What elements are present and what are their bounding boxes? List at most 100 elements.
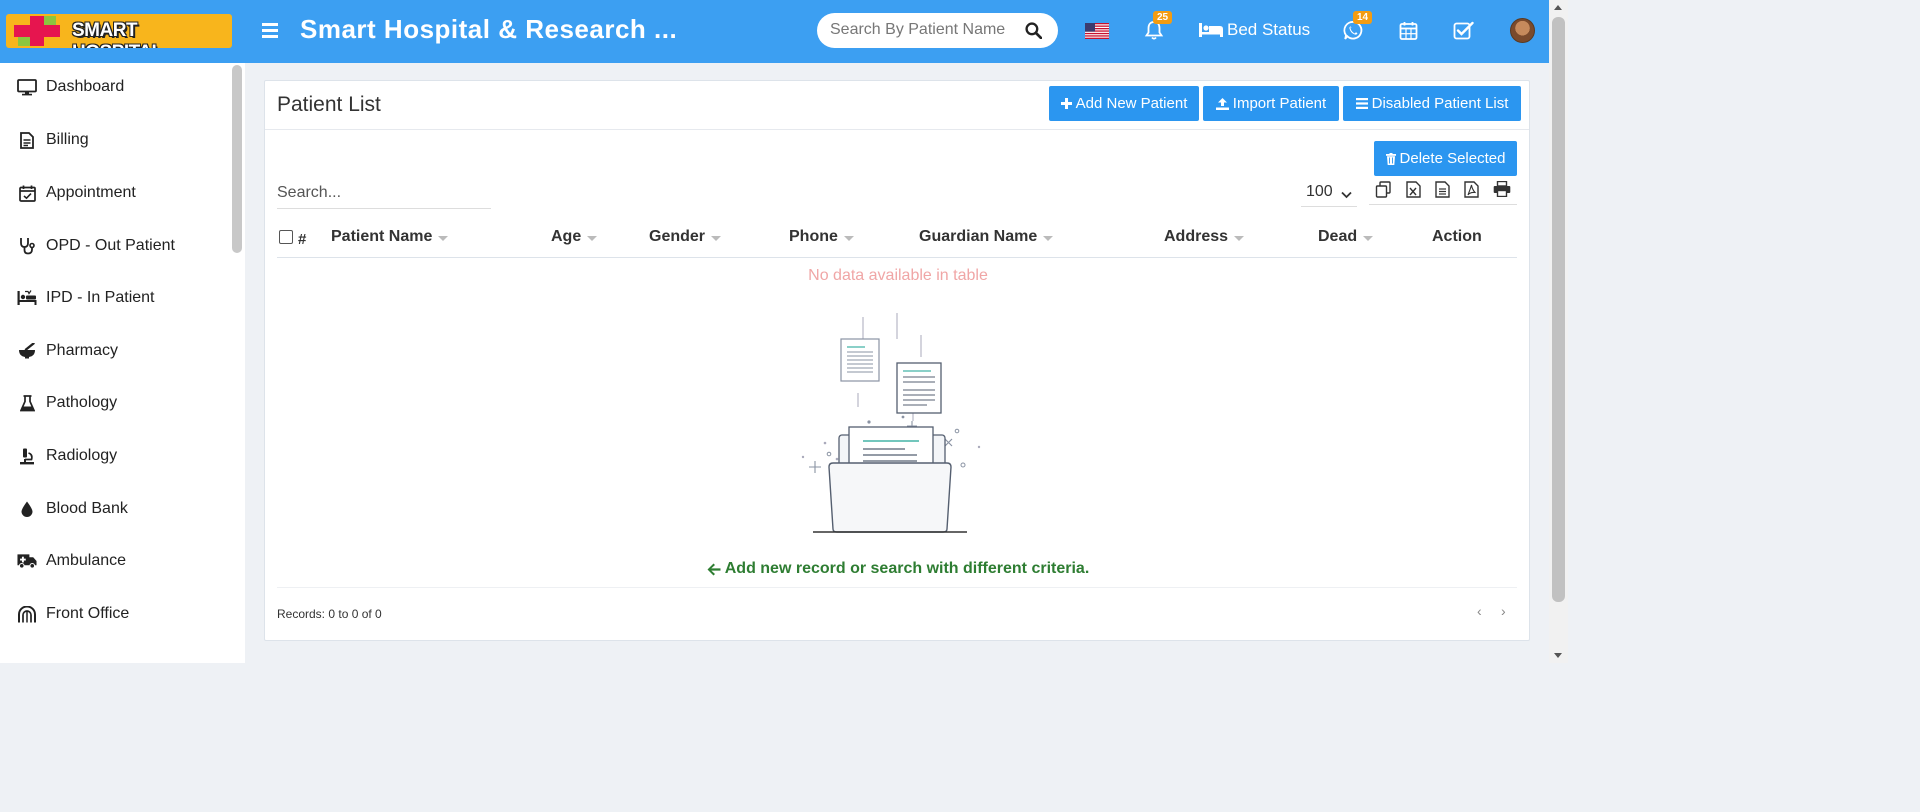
task-checklist-icon[interactable] xyxy=(1453,21,1474,45)
table-search-input[interactable] xyxy=(277,184,491,209)
sidebar-item-ipd[interactable]: IPD - In Patient xyxy=(0,278,230,318)
disabled-patient-list-label: Disabled Patient List xyxy=(1371,95,1509,112)
pagination-previous[interactable]: ‹ xyxy=(1477,603,1482,619)
upload-icon xyxy=(1215,97,1229,110)
bed-status-label: Bed Status xyxy=(1227,20,1311,39)
mortar-pestle-icon xyxy=(17,341,37,361)
sidebar-item-radiology[interactable]: Radiology xyxy=(0,436,230,476)
bed-status-button[interactable]: Bed Status xyxy=(1199,20,1310,40)
csv-icon[interactable] xyxy=(1435,181,1450,203)
microscope-icon xyxy=(17,446,37,466)
delete-selected-button[interactable]: Delete Selected xyxy=(1374,141,1517,176)
sort-caret-icon xyxy=(438,235,449,241)
column-header-dead[interactable]: Dead xyxy=(1318,228,1374,246)
footer-divider xyxy=(277,587,1517,588)
sidebar-scrollbar-thumb[interactable] xyxy=(232,65,242,253)
file-invoice-icon xyxy=(17,130,37,150)
sort-caret-icon xyxy=(587,235,598,241)
sidebar-item-partial[interactable] xyxy=(0,646,230,663)
sidebar-item-label: Pharmacy xyxy=(46,342,119,359)
sidebar-item-label: Appointment xyxy=(46,184,136,201)
hospital-logo[interactable]: SMART HOSPITAL xyxy=(6,14,232,48)
sidebar-item-appointment[interactable]: Appointment xyxy=(0,173,230,213)
stethoscope-icon xyxy=(17,236,37,256)
logo-text: SMART HOSPITAL xyxy=(72,20,163,48)
sidebar-item-front-office[interactable]: Front Office xyxy=(0,594,230,634)
page-size-select[interactable]: 100 xyxy=(1301,183,1357,207)
import-patient-button[interactable]: Import Patient xyxy=(1203,86,1339,121)
sidebar-item-blood-bank[interactable]: Blood Bank xyxy=(0,489,230,529)
empty-folder-illustration xyxy=(799,309,989,539)
sidebar-item-pathology[interactable]: Pathology xyxy=(0,383,230,423)
empty-table-message: No data available in table xyxy=(808,267,988,284)
column-header-age[interactable]: Age xyxy=(551,228,598,246)
sidebar: Dashboard Billing Appointment OPD - Out … xyxy=(0,63,245,663)
sidebar-item-label: IPD - In Patient xyxy=(46,289,155,306)
search-icon[interactable] xyxy=(1025,22,1043,44)
ambulance-icon xyxy=(17,551,37,571)
sort-caret-icon xyxy=(1043,235,1054,241)
add-new-patient-button[interactable]: Add New Patient xyxy=(1049,86,1199,121)
calendar-icon[interactable] xyxy=(1399,21,1418,45)
sort-caret-icon xyxy=(1234,235,1245,241)
export-toolbar xyxy=(1369,179,1517,205)
trash-icon xyxy=(1385,152,1396,165)
patient-search-input[interactable] xyxy=(830,21,1010,39)
page-size-value: 100 xyxy=(1306,183,1333,200)
disabled-patient-list-button[interactable]: Disabled Patient List xyxy=(1343,86,1521,121)
notifications-badge: 25 xyxy=(1153,11,1173,24)
column-label: Phone xyxy=(789,228,838,245)
patient-list-panel: Patient List Add New Patient Import Pati… xyxy=(264,80,1530,641)
monitor-icon xyxy=(17,77,37,97)
sidebar-item-label: Dashboard xyxy=(46,78,125,95)
column-header-address[interactable]: Address xyxy=(1164,228,1245,246)
sidebar-item-label: Radiology xyxy=(46,447,118,464)
import-patient-label: Import Patient xyxy=(1232,95,1327,112)
delete-selected-label: Delete Selected xyxy=(1399,150,1506,167)
table-header-row: # Patient Name Age Gender Phone Guardian… xyxy=(277,223,1517,258)
sort-caret-icon xyxy=(843,235,854,241)
copy-icon[interactable] xyxy=(1375,181,1392,203)
user-avatar[interactable] xyxy=(1510,18,1535,43)
column-label: Patient Name xyxy=(331,228,433,245)
bed-icon xyxy=(1199,23,1223,37)
plus-icon xyxy=(1060,98,1072,109)
sidebar-item-label: Billing xyxy=(46,131,89,148)
column-header-gender[interactable]: Gender xyxy=(649,228,722,246)
empty-state-hint: Add new record or search with different … xyxy=(265,560,1531,578)
add-new-patient-label: Add New Patient xyxy=(1075,95,1188,112)
print-icon[interactable] xyxy=(1493,180,1511,202)
row-number-header: # xyxy=(298,231,307,248)
sidebar-item-dashboard[interactable]: Dashboard xyxy=(0,67,230,107)
column-label: Action xyxy=(1432,228,1482,245)
flask-icon xyxy=(17,393,37,413)
list-bars-icon xyxy=(1355,98,1368,109)
pdf-icon[interactable] xyxy=(1464,181,1479,203)
scroll-up-arrow-icon[interactable] xyxy=(1554,5,1562,10)
column-header-action: Action xyxy=(1432,228,1482,246)
sidebar-item-pharmacy[interactable]: Pharmacy xyxy=(0,331,230,371)
menu-toggle-icon[interactable] xyxy=(262,23,278,38)
sidebar-item-billing[interactable]: Billing xyxy=(0,120,230,160)
partial-menu-icon xyxy=(17,656,37,663)
page-scrollbar[interactable] xyxy=(1549,0,1568,663)
sidebar-item-ambulance[interactable]: Ambulance xyxy=(0,541,230,581)
tint-icon xyxy=(17,499,37,519)
column-label: Gender xyxy=(649,228,706,245)
page-scrollbar-thumb[interactable] xyxy=(1552,17,1565,602)
sidebar-item-label: Front Office xyxy=(46,605,130,622)
top-header: SMART HOSPITAL Smart Hospital & Research… xyxy=(0,0,1549,63)
us-flag-icon[interactable] xyxy=(1085,23,1109,39)
column-label: Dead xyxy=(1318,228,1358,245)
dungeon-icon xyxy=(17,604,37,624)
column-header-patient-name[interactable]: Patient Name xyxy=(331,228,449,246)
sort-caret-icon xyxy=(711,235,722,241)
scroll-down-arrow-icon[interactable] xyxy=(1554,653,1562,658)
column-header-guardian-name[interactable]: Guardian Name xyxy=(919,228,1054,246)
column-header-phone[interactable]: Phone xyxy=(789,228,854,246)
excel-icon[interactable] xyxy=(1406,181,1421,203)
sidebar-item-opd[interactable]: OPD - Out Patient xyxy=(0,226,230,266)
sidebar-item-label: Blood Bank xyxy=(46,500,128,517)
pagination-next[interactable]: › xyxy=(1501,603,1506,619)
select-all-checkbox[interactable] xyxy=(279,230,293,244)
